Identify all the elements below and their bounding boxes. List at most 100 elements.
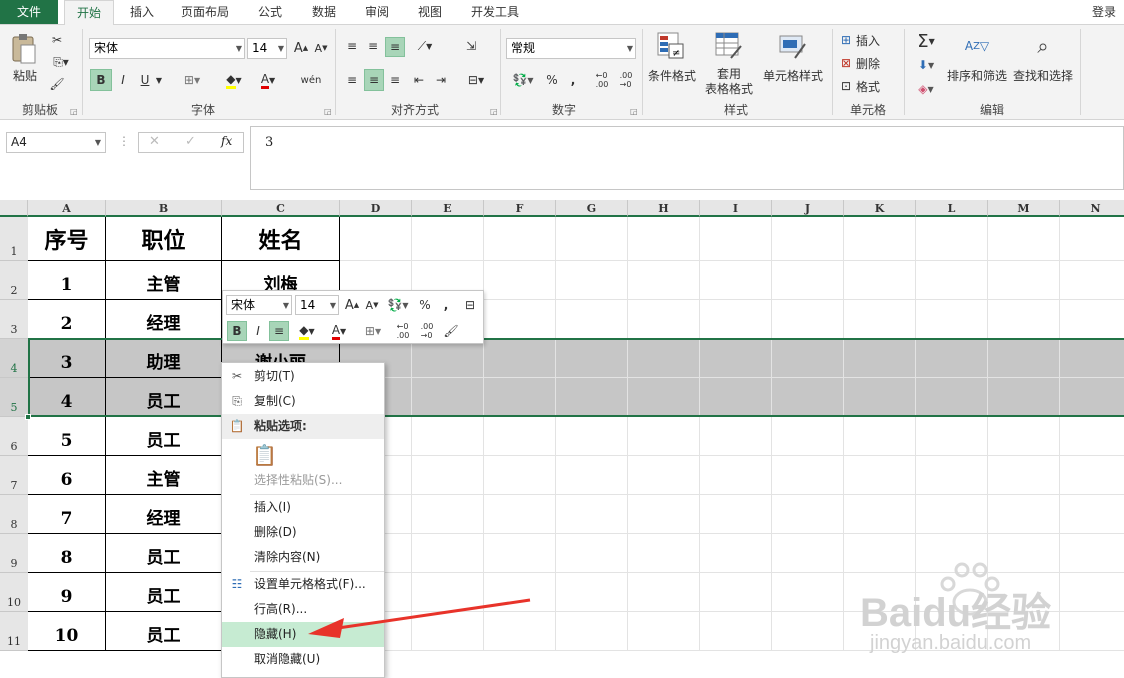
cell-f9[interactable]	[484, 534, 556, 573]
cell-i2[interactable]	[700, 261, 772, 300]
borders-icon[interactable]: ⊞ ▼	[178, 69, 206, 91]
number-launcher-icon[interactable]: ◲	[630, 107, 638, 116]
cell-n5[interactable]	[1060, 378, 1124, 417]
row-header-1[interactable]: 1	[0, 217, 28, 261]
mini-bold-button[interactable]: B	[227, 321, 247, 341]
cell-d1[interactable]	[340, 217, 412, 261]
sort-filter-button[interactable]: 排序和筛选	[944, 67, 1010, 84]
decrease-decimal-icon[interactable]: .00 →0	[616, 69, 636, 91]
cell-g4[interactable]	[556, 339, 628, 378]
cell-h11[interactable]	[628, 612, 700, 651]
cell-n6[interactable]	[1060, 417, 1124, 456]
cell-b10[interactable]: 员工	[106, 573, 222, 612]
cell-e8[interactable]	[412, 495, 484, 534]
insert-cells-button[interactable]: 插入	[856, 32, 892, 49]
grow-font-icon[interactable]: A ▲	[292, 39, 310, 57]
cell-g11[interactable]	[556, 612, 628, 651]
cell-e1[interactable]	[412, 217, 484, 261]
cell-g9[interactable]	[556, 534, 628, 573]
column-header-d[interactable]: D	[340, 200, 412, 217]
cell-g6[interactable]	[556, 417, 628, 456]
cell-i6[interactable]	[700, 417, 772, 456]
cell-j10[interactable]	[772, 573, 844, 612]
clipboard-launcher-icon[interactable]: ◲	[70, 107, 78, 116]
cell-m5[interactable]	[988, 378, 1060, 417]
delete-cells-button[interactable]: 删除	[856, 55, 892, 72]
delete-cells-icon[interactable]: ⊠	[838, 55, 854, 71]
cell-n4[interactable]	[1060, 339, 1124, 378]
alignment-launcher-icon[interactable]: ◲	[490, 107, 498, 116]
font-color-icon[interactable]: A ▼	[254, 69, 282, 91]
cell-a8[interactable]: 7	[28, 495, 106, 534]
cell-l1[interactable]	[916, 217, 988, 261]
cell-g3[interactable]	[556, 300, 628, 339]
tab-developer[interactable]: 开发工具	[462, 0, 528, 24]
row-header-3[interactable]: 3	[0, 300, 28, 339]
cell-j11[interactable]	[772, 612, 844, 651]
fill-color-icon[interactable]: ◆ ▼	[220, 69, 248, 91]
cell-g7[interactable]	[556, 456, 628, 495]
column-header-j[interactable]: J	[772, 200, 844, 217]
select-all-corner[interactable]	[0, 200, 28, 217]
mini-shrink-font-icon[interactable]: A ▼	[363, 296, 381, 314]
column-header-e[interactable]: E	[412, 200, 484, 217]
cell-f6[interactable]	[484, 417, 556, 456]
tab-data[interactable]: 数据	[302, 0, 346, 24]
increase-indent-icon[interactable]: ⇥	[432, 69, 450, 91]
cell-n3[interactable]	[1060, 300, 1124, 339]
underline-button[interactable]: U	[136, 69, 154, 91]
cell-f2[interactable]	[484, 261, 556, 300]
cell-b1[interactable]: 职位	[106, 217, 222, 261]
cell-a10[interactable]: 9	[28, 573, 106, 612]
font-launcher-icon[interactable]: ◲	[324, 107, 332, 116]
cell-l3[interactable]	[916, 300, 988, 339]
mini-fill-color-icon[interactable]: ◆ ▼	[293, 321, 321, 341]
cell-a5[interactable]: 4	[28, 378, 106, 417]
cell-a7[interactable]: 6	[28, 456, 106, 495]
enter-icon[interactable]: ✓	[185, 134, 196, 149]
column-header-i[interactable]: I	[700, 200, 772, 217]
cell-g1[interactable]	[556, 217, 628, 261]
phonetic-icon[interactable]: wén	[298, 69, 324, 91]
cell-h3[interactable]	[628, 300, 700, 339]
cell-h6[interactable]	[628, 417, 700, 456]
cell-i1[interactable]	[700, 217, 772, 261]
column-header-n[interactable]: N	[1060, 200, 1124, 217]
cell-k5[interactable]	[844, 378, 916, 417]
cell-m8[interactable]	[988, 495, 1060, 534]
cell-l6[interactable]	[916, 417, 988, 456]
cell-a6[interactable]: 5	[28, 417, 106, 456]
cut-icon[interactable]: ✂	[48, 31, 66, 49]
cell-a4[interactable]: 3	[28, 339, 106, 378]
cell-styles-button[interactable]: 单元格样式	[760, 67, 826, 84]
format-cells-button[interactable]: 格式	[856, 78, 892, 95]
cell-h10[interactable]	[628, 573, 700, 612]
cell-j8[interactable]	[772, 495, 844, 534]
tab-view[interactable]: 视图	[408, 0, 452, 24]
cell-h4[interactable]	[628, 339, 700, 378]
number-format-combo[interactable]: 常规 ▼	[506, 38, 636, 59]
cell-b5[interactable]: 员工	[106, 378, 222, 417]
paste-button[interactable]: 粘贴	[10, 67, 40, 84]
cell-b3[interactable]: 经理	[106, 300, 222, 339]
tab-home[interactable]: 开始	[64, 0, 114, 25]
mini-decrease-decimal-icon[interactable]: .00 →0	[417, 321, 437, 341]
cell-a2[interactable]: 1	[28, 261, 106, 300]
find-select-button[interactable]: 查找和选择	[1010, 67, 1076, 84]
cell-g10[interactable]	[556, 573, 628, 612]
column-header-k[interactable]: K	[844, 200, 916, 217]
cancel-icon[interactable]: ✕	[149, 134, 160, 149]
font-name-combo[interactable]: 宋体 ▼	[89, 38, 245, 59]
cell-n8[interactable]	[1060, 495, 1124, 534]
wrap-text-icon[interactable]: ⇲	[462, 37, 480, 55]
format-cells-icon[interactable]: ⊡	[838, 78, 854, 94]
format-as-table-icon[interactable]	[714, 31, 744, 61]
tab-insert[interactable]: 插入	[120, 0, 164, 24]
underline-dropdown-icon[interactable]: ▼	[154, 69, 164, 91]
cell-j6[interactable]	[772, 417, 844, 456]
conditional-format-icon[interactable]: ≠	[656, 31, 686, 61]
cell-k7[interactable]	[844, 456, 916, 495]
cell-a1[interactable]: 序号	[28, 217, 106, 261]
row-header-8[interactable]: 8	[0, 495, 28, 534]
align-top-icon[interactable]: ≡	[343, 37, 361, 55]
